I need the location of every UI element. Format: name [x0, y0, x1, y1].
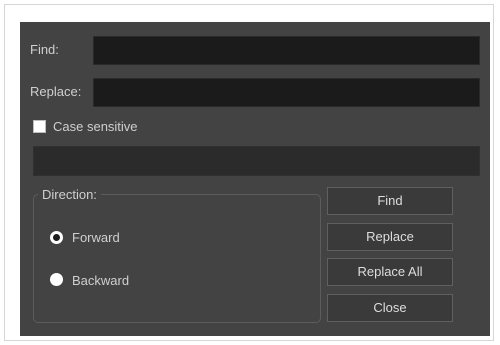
find-input[interactable]	[93, 36, 480, 65]
find-replace-dialog: Find: Replace: Case sensitive Direction:…	[20, 22, 490, 336]
find-button[interactable]: Find	[327, 187, 453, 215]
direction-title: Direction:	[38, 187, 101, 203]
replace-button[interactable]: Replace	[327, 223, 453, 251]
backward-label: Backward	[72, 273, 130, 288]
find-label: Find:	[30, 42, 59, 57]
replace-label: Replace:	[30, 84, 82, 99]
status-message-field	[33, 146, 480, 176]
replace-input[interactable]	[93, 78, 480, 107]
backward-radio[interactable]	[50, 273, 63, 286]
close-button[interactable]: Close	[327, 294, 453, 322]
forward-radio[interactable]	[50, 231, 63, 244]
case-sensitive-label: Case sensitive	[53, 119, 138, 134]
direction-groupbox	[33, 194, 321, 323]
replace-all-button[interactable]: Replace All	[327, 258, 453, 286]
forward-label: Forward	[72, 230, 120, 245]
case-sensitive-checkbox[interactable]	[33, 120, 46, 133]
